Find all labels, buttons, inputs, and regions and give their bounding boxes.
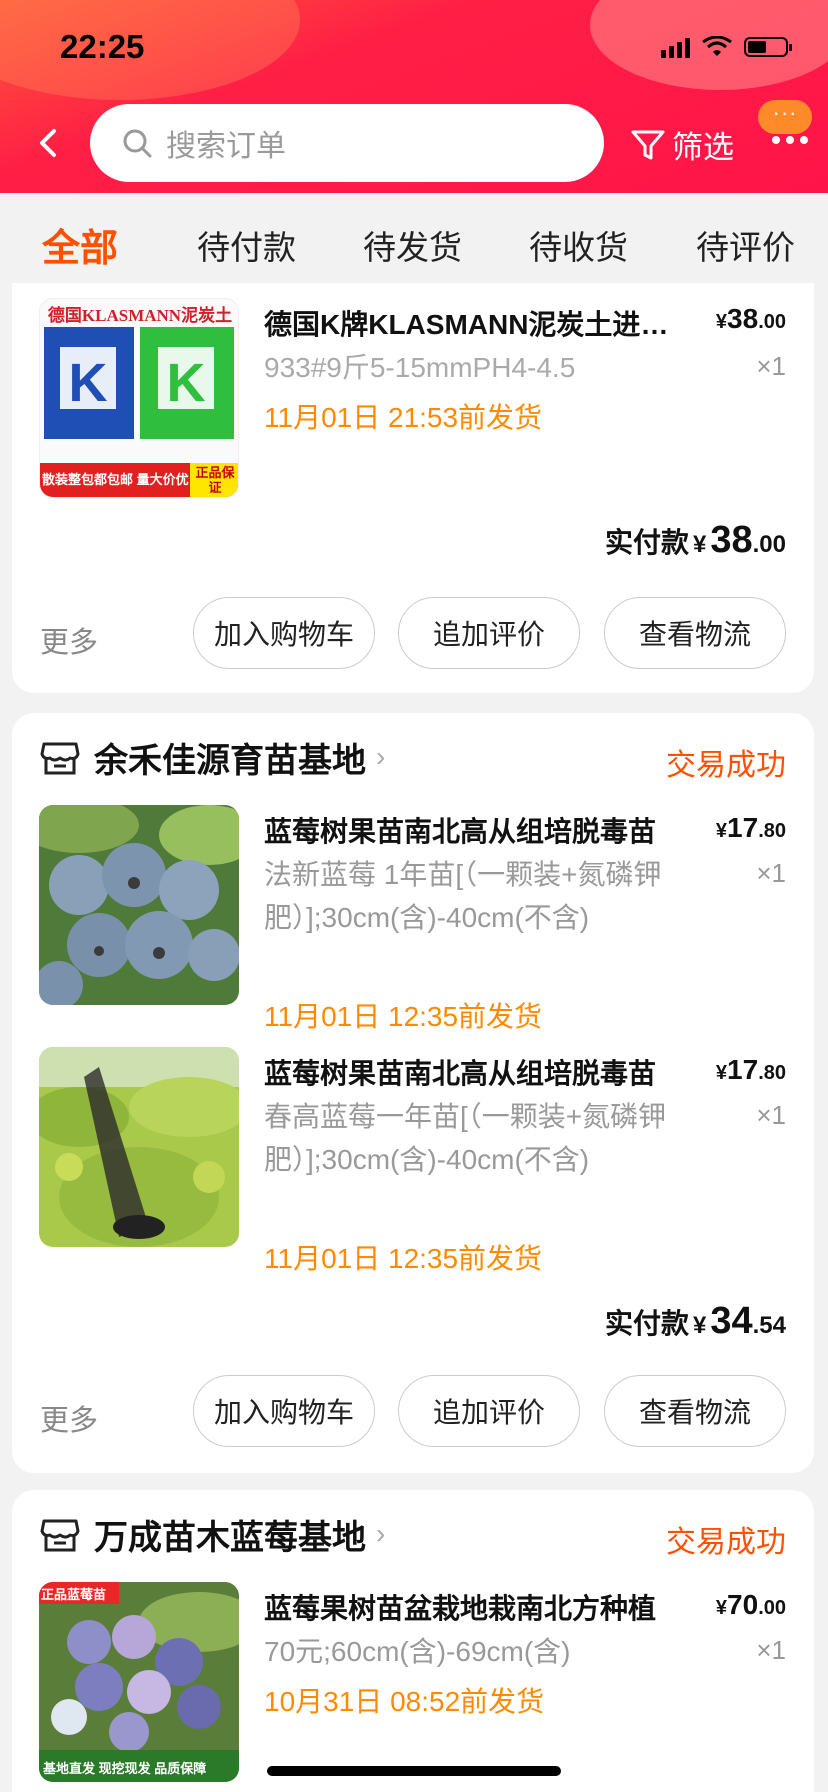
- view-logistics-button[interactable]: 查看物流: [604, 597, 786, 669]
- ship-deadline: 11月01日 12:35前发货: [264, 1001, 543, 1032]
- order-tabs: 全部 待付款 待发货 待收货 待评价: [0, 193, 828, 283]
- order-status: 交易成功: [666, 1526, 786, 1559]
- ship-deadline: 11月01日 12:35前发货: [264, 1243, 543, 1274]
- search-icon: [123, 129, 152, 158]
- product-sku: 933#9斤5-15mmPH4-4.5: [264, 352, 576, 383]
- order-card: 余禾佳源育苗基地 › 交易成功 蓝莓树果苗南北高从组培脱毒苗 法新蓝莓 1年苗[…: [12, 713, 814, 1473]
- add-to-cart-button[interactable]: 加入购物车: [193, 597, 375, 669]
- view-logistics-button[interactable]: 查看物流: [604, 1375, 786, 1447]
- chevron-right-icon: ›: [376, 741, 386, 772]
- thumb-tag: 正品蓝莓苗: [41, 1587, 107, 1602]
- order-status: 交易成功: [666, 749, 786, 782]
- filter-button[interactable]: 筛选: [630, 122, 734, 167]
- svg-text:K: K: [167, 353, 206, 413]
- filter-icon: [631, 130, 665, 159]
- product-image[interactable]: K K 德国KLASMANN泥炭土 散装整包都包邮 量大价优 正品保证: [39, 298, 239, 498]
- blueberry-cluster-image: [39, 1582, 239, 1782]
- yen-sign: ¥: [715, 311, 728, 333]
- svg-text:K: K: [69, 353, 108, 413]
- paid-amount: 实付款 ¥38.00: [604, 519, 786, 561]
- shop-name: 余禾佳源育苗基地: [94, 741, 366, 780]
- blueberries-image: [39, 805, 239, 1005]
- product-title[interactable]: 蓝莓果树苗盆栽地栽南北方种植: [264, 1587, 684, 1627]
- header-bar: 22:25 搜索订单 筛选 ···: [0, 0, 828, 193]
- back-button[interactable]: [38, 128, 58, 163]
- chevron-right-icon: ›: [376, 1518, 386, 1549]
- ship-deadline: 10月31日 08:52前发货: [264, 1686, 545, 1717]
- product-sku: 春高蓝莓一年苗[（一颗装+氮磷钾肥）];30cm(含)-40cm(不含): [264, 1101, 667, 1175]
- shop-header[interactable]: 余禾佳源育苗基地 ›: [40, 733, 385, 781]
- product-price: ¥17.80: [715, 812, 786, 843]
- signal-icon: [661, 36, 690, 58]
- product-sku: 70元;60cm(含)-69cm(含): [264, 1636, 571, 1667]
- more-menu-icon[interactable]: [772, 136, 808, 144]
- tab-pending-shipment[interactable]: 待发货: [363, 221, 462, 269]
- thumb-bottom-text: 散装整包都包邮 量大价优: [42, 472, 189, 487]
- tab-all[interactable]: 全部: [42, 217, 118, 272]
- thumb-badge: 正品保证: [195, 465, 235, 495]
- home-indicator[interactable]: [267, 1766, 561, 1776]
- product-price: ¥70.00: [715, 1589, 786, 1620]
- chevron-left-icon: [40, 129, 56, 157]
- wifi-icon: [702, 36, 732, 56]
- add-review-button[interactable]: 追加评价: [398, 597, 580, 669]
- product-sku: 法新蓝莓 1年苗[（一颗装+氮磷钾肥）];30cm(含)-40cm(不含): [264, 859, 662, 933]
- product-qty: ×1: [756, 1100, 786, 1130]
- product-qty: ×1: [756, 351, 786, 381]
- ship-deadline: 11月01日 21:53前发货: [264, 402, 543, 433]
- product-image[interactable]: [39, 805, 239, 1005]
- product-title[interactable]: 蓝莓树果苗南北高从组培脱毒苗: [264, 810, 684, 850]
- paid-amount: 实付款 ¥34.54: [604, 1300, 786, 1342]
- product-image[interactable]: 正品蓝莓苗 基地直发 现挖现发 品质保障: [39, 1582, 239, 1782]
- product-qty: ×1: [756, 858, 786, 888]
- tab-pending-payment[interactable]: 待付款: [197, 221, 296, 269]
- add-to-cart-button[interactable]: 加入购物车: [193, 1375, 375, 1447]
- store-icon: [40, 1519, 80, 1552]
- product-qty: ×1: [756, 1635, 786, 1665]
- more-badge[interactable]: ···: [758, 100, 812, 134]
- tab-pending-review[interactable]: 待评价: [696, 221, 795, 269]
- seedling-field-image: [39, 1047, 239, 1247]
- search-placeholder: 搜索订单: [166, 130, 286, 163]
- more-link[interactable]: 更多: [40, 1397, 98, 1439]
- shop-header[interactable]: 万成苗木蓝莓基地 ›: [40, 1510, 385, 1558]
- product-price: ¥38.00: [715, 303, 786, 334]
- status-time: 22:25: [60, 28, 145, 65]
- product-image[interactable]: [39, 1047, 239, 1247]
- battery-icon: [744, 37, 792, 57]
- add-review-button[interactable]: 追加评价: [398, 1375, 580, 1447]
- more-link[interactable]: 更多: [40, 619, 98, 661]
- shop-name: 万成苗木蓝莓基地: [94, 1518, 366, 1557]
- store-icon: [40, 742, 80, 775]
- order-card: K K 德国KLASMANN泥炭土 散装整包都包邮 量大价优 正品保证 德国K牌…: [12, 283, 814, 693]
- filter-label: 筛选: [672, 130, 734, 165]
- search-input[interactable]: 搜索订单: [90, 104, 604, 182]
- thumb-top-text: 德国KLASMANN泥炭土: [47, 306, 233, 325]
- tab-pending-receipt[interactable]: 待收货: [529, 221, 628, 269]
- product-title[interactable]: 蓝莓树果苗南北高从组培脱毒苗: [264, 1052, 684, 1092]
- thumb-foot: 基地直发 现挖现发 品质保障: [43, 1761, 207, 1776]
- product-price: ¥17.80: [715, 1054, 786, 1085]
- product-title[interactable]: 德国K牌KLASMANN泥炭土进口园艺蓝莓基质: [264, 303, 684, 343]
- status-icons: [661, 36, 792, 58]
- order-card: 万成苗木蓝莓基地 › 交易成功 正品蓝莓苗 基地直发 现挖现发 品质保障 蓝莓果…: [12, 1490, 814, 1792]
